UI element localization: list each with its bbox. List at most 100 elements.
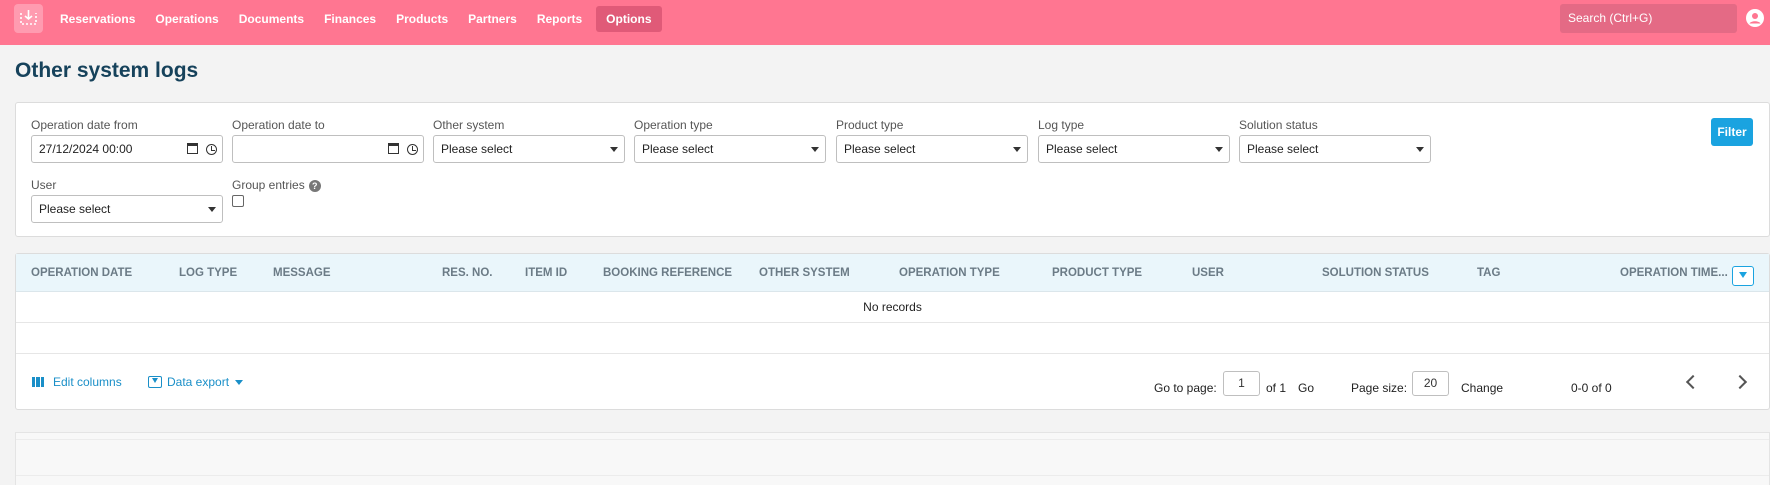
filter-group-entries: Group entries? [232,178,321,207]
column-user[interactable]: User [1192,254,1224,292]
page-number-input[interactable]: 1 [1223,371,1260,396]
column-product-type[interactable]: Product type [1052,254,1142,292]
solution-status-value: Please select [1247,142,1319,156]
global-search-input[interactable]: Search (Ctrl+G) [1560,4,1737,33]
columns-icon [32,377,44,387]
grid-filter-icon[interactable] [1732,266,1754,286]
main-menu: Reservations Operations Documents Financ… [50,6,662,32]
nav-reports[interactable]: Reports [527,6,592,32]
column-log-type[interactable]: Log type [179,254,237,292]
date-from-value: 27/12/2024 00:00 [39,142,133,156]
record-range-text: 0-0 of 0 [1571,381,1612,395]
filter-user: User Please select [31,178,223,223]
log-type-value: Please select [1046,142,1118,156]
date-from-label: Operation date from [31,118,138,132]
nav-options[interactable]: Options [596,6,662,32]
page-count-text: of 1 [1266,381,1287,395]
column-operation-date[interactable]: Operation date [31,254,132,292]
log-type-select[interactable]: Please select [1038,135,1230,163]
divider [16,439,1769,440]
secondary-panel [15,432,1770,485]
user-label: User [31,178,57,192]
column-tag[interactable]: Tag [1477,254,1500,292]
go-button[interactable]: Go [1298,381,1314,395]
solution-status-label: Solution status [1239,118,1318,132]
column-solution-status[interactable]: Solution status [1322,254,1429,292]
nav-products[interactable]: Products [386,6,458,32]
product-type-value: Please select [844,142,916,156]
column-booking-reference[interactable]: Booking reference [603,254,732,292]
chevron-down-icon [610,147,618,152]
column-res-no[interactable]: Res. no. [442,254,492,292]
column-other-system[interactable]: Other system [759,254,850,292]
filter-other-system: Other system Please select [433,118,625,163]
data-export-button[interactable]: Data export [148,375,244,389]
operation-type-value: Please select [642,142,714,156]
nav-reservations[interactable]: Reservations [50,6,145,32]
empty-row [16,323,1769,354]
operation-type-label: Operation type [634,118,713,132]
nav-finances[interactable]: Finances [314,6,386,32]
date-from-input[interactable]: 27/12/2024 00:00 [31,135,223,163]
change-button[interactable]: Change [1461,381,1503,395]
help-icon[interactable]: ? [308,179,321,192]
user-value: Please select [39,202,111,216]
page-size-input[interactable]: 20 [1412,371,1449,396]
filter-operation-type: Operation type Please select [634,118,826,163]
previous-page-icon[interactable] [1685,374,1701,390]
chevron-down-icon [1416,147,1424,152]
edit-columns-button[interactable]: Edit columns [32,375,122,389]
edit-columns-label: Edit columns [53,375,122,389]
chevron-down-icon [235,379,244,385]
clock-icon[interactable] [206,144,217,155]
date-to-label: Operation date to [232,118,325,132]
group-entries-text: Group entries [232,178,305,192]
grid-footer: Edit columns Data export Go to page: 1 o… [16,354,1769,411]
page-title: Other system logs [15,59,199,82]
chevron-down-icon [811,147,819,152]
clock-icon[interactable] [407,144,418,155]
data-export-label: Data export [167,375,230,389]
logo-glyph-icon [20,10,37,25]
date-to-input[interactable] [232,135,424,163]
divider [16,475,1769,476]
column-operation-time[interactable]: Operation time... [1620,254,1728,292]
calendar-icon[interactable] [187,143,198,154]
product-type-select[interactable]: Please select [836,135,1028,163]
calendar-icon[interactable] [388,143,399,154]
other-system-select[interactable]: Please select [433,135,625,163]
next-page-icon[interactable] [1732,374,1748,390]
filter-button[interactable]: Filter [1711,118,1753,146]
nav-partners[interactable]: Partners [458,6,527,32]
export-icon [148,376,162,388]
filter-date-to: Operation date to [232,118,424,163]
logs-grid: Operation date Log type Message Res. no.… [15,253,1770,410]
top-navigation-bar: Reservations Operations Documents Financ… [0,0,1770,45]
chevron-down-icon [1215,147,1223,152]
group-entries-label: Group entries? [232,178,321,192]
app-logo-icon[interactable] [14,4,43,33]
filter-product-type: Product type Please select [836,118,1028,163]
go-to-page-label: Go to page: [1154,381,1217,395]
column-operation-type[interactable]: Operation type [899,254,1000,292]
other-system-label: Other system [433,118,505,132]
chevron-down-icon [1013,147,1021,152]
user-select[interactable]: Please select [31,195,223,223]
group-entries-checkbox[interactable] [232,195,244,207]
column-message[interactable]: Message [273,254,331,292]
log-type-label: Log type [1038,118,1085,132]
user-account-icon[interactable] [1746,9,1764,27]
grid-header: Operation date Log type Message Res. no.… [16,254,1769,292]
filter-panel: Operation date from 27/12/2024 00:00 Ope… [15,102,1770,237]
solution-status-select[interactable]: Please select [1239,135,1431,163]
column-item-id[interactable]: Item ID [525,254,567,292]
operation-type-select[interactable]: Please select [634,135,826,163]
product-type-label: Product type [836,118,904,132]
empty-state-text: No records [16,292,1769,323]
nav-operations[interactable]: Operations [145,6,228,32]
chevron-down-icon [208,207,216,212]
filter-log-type: Log type Please select [1038,118,1230,163]
other-system-value: Please select [441,142,513,156]
page-size-label: Page size: [1351,381,1408,395]
nav-documents[interactable]: Documents [229,6,314,32]
